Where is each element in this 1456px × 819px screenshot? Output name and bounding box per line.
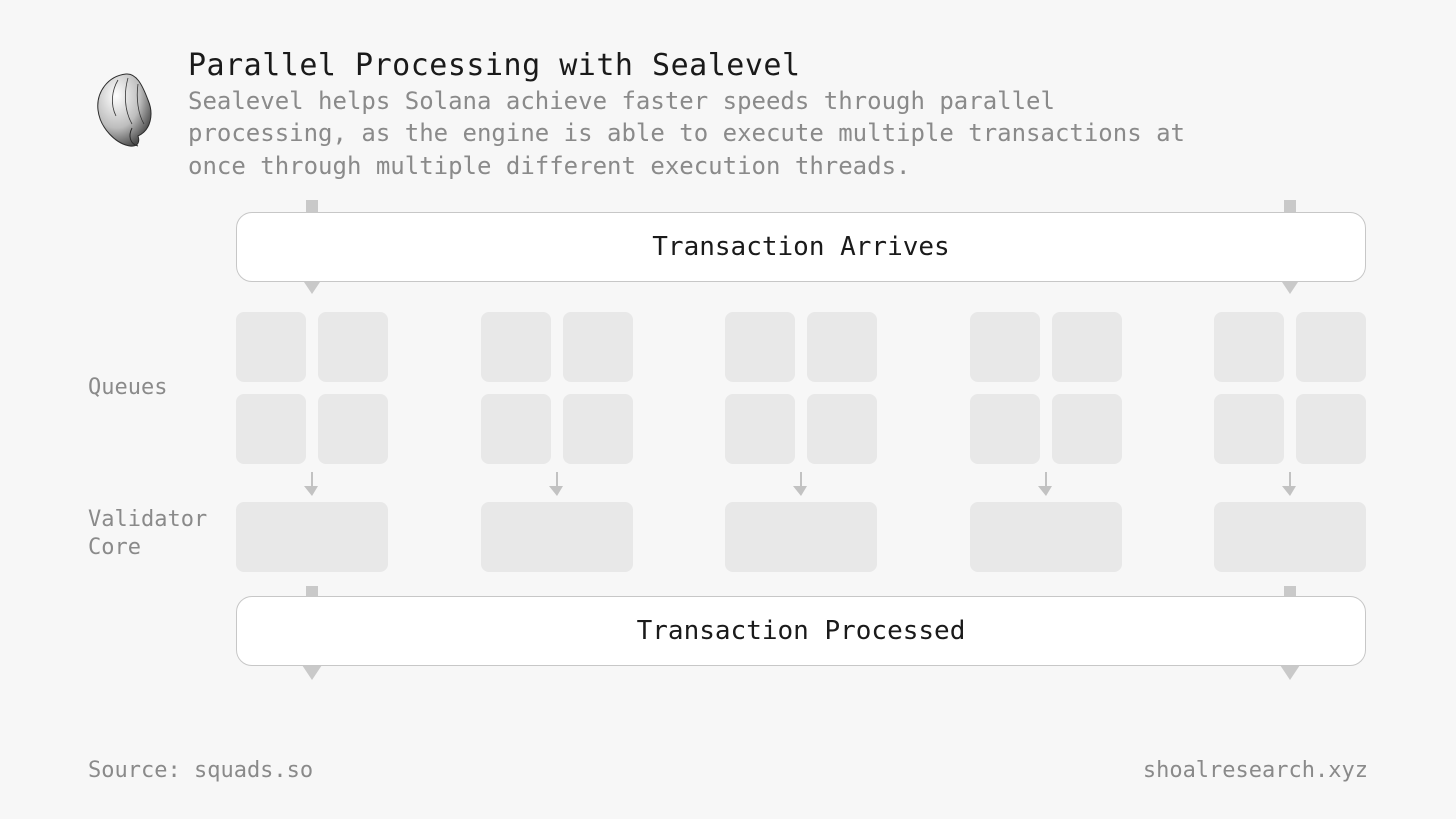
header: Parallel Processing with Sealevel Sealev… xyxy=(88,48,1188,182)
queue-slot xyxy=(807,394,877,464)
queue-grid xyxy=(970,312,1122,464)
queue-slot xyxy=(563,312,633,382)
queue-slot xyxy=(481,394,551,464)
queue-grid xyxy=(1214,312,1366,464)
lane xyxy=(1214,312,1366,572)
queue-slot xyxy=(563,394,633,464)
queue-grid xyxy=(236,312,388,464)
queue-slot xyxy=(1214,394,1284,464)
transaction-processed-banner: Transaction Processed xyxy=(236,596,1366,666)
brand-text: shoalresearch.xyz xyxy=(1143,758,1368,783)
arrow-down-small-icon xyxy=(1037,472,1055,496)
queues-label: Queues xyxy=(88,374,167,402)
queue-slot xyxy=(970,394,1040,464)
queue-slot xyxy=(1214,312,1284,382)
queue-grid xyxy=(481,312,633,464)
validator-core-box xyxy=(481,502,633,572)
queue-slot xyxy=(725,312,795,382)
shell-icon xyxy=(88,70,160,150)
queue-grid xyxy=(725,312,877,464)
lane xyxy=(481,312,633,572)
queue-slot xyxy=(481,312,551,382)
queue-slot xyxy=(1052,394,1122,464)
validator-core-label: Validator Core xyxy=(88,506,207,561)
validator-core-box xyxy=(1214,502,1366,572)
header-text: Parallel Processing with Sealevel Sealev… xyxy=(188,48,1188,182)
validator-core-box xyxy=(970,502,1122,572)
queue-slot xyxy=(1052,312,1122,382)
arrow-down-small-icon xyxy=(792,472,810,496)
queue-slot xyxy=(1296,394,1366,464)
footer: Source: squads.so shoalresearch.xyz xyxy=(88,758,1368,783)
queue-slot xyxy=(970,312,1040,382)
arrow-down-small-icon xyxy=(1281,472,1299,496)
validator-core-box xyxy=(725,502,877,572)
page-subtitle: Sealevel helps Solana achieve faster spe… xyxy=(188,85,1188,182)
queue-slot xyxy=(725,394,795,464)
lane xyxy=(236,312,388,572)
validator-core-box xyxy=(236,502,388,572)
queue-slot xyxy=(807,312,877,382)
lane xyxy=(970,312,1122,572)
queue-slot xyxy=(318,312,388,382)
queue-slot xyxy=(236,394,306,464)
queue-slot xyxy=(1296,312,1366,382)
arrow-down-small-icon xyxy=(303,472,321,496)
queue-slot xyxy=(236,312,306,382)
lane xyxy=(725,312,877,572)
queue-slot xyxy=(318,394,388,464)
transaction-arrives-banner: Transaction Arrives xyxy=(236,212,1366,282)
source-text: Source: squads.so xyxy=(88,758,313,783)
lanes xyxy=(236,312,1366,572)
arrow-down-small-icon xyxy=(548,472,566,496)
page-title: Parallel Processing with Sealevel xyxy=(188,48,1188,83)
